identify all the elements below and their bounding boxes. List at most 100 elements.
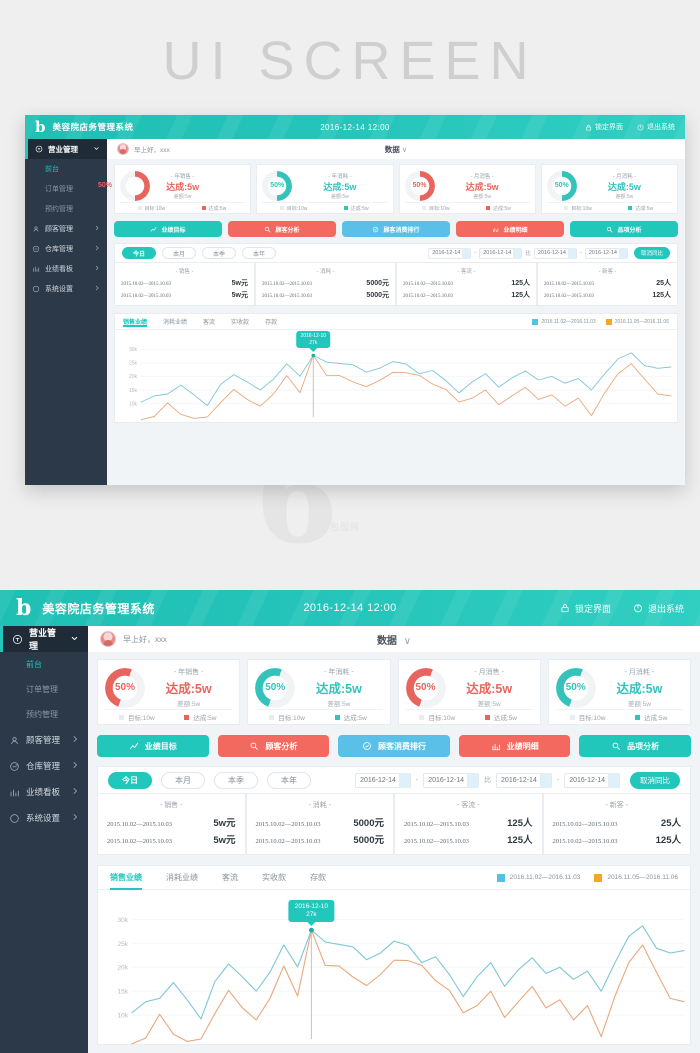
date-input-from-1[interactable]: 2016-12-14 <box>355 772 411 788</box>
chart-tab-received[interactable]: 实收款 <box>231 317 249 326</box>
kpi-target-legend: 目标:10w <box>105 712 169 722</box>
calendar-icon[interactable] <box>539 772 551 788</box>
action-button-goal[interactable]: 业绩目标 <box>114 221 222 237</box>
bar-chart-icon <box>491 743 500 751</box>
kpi-target-legend: 目标:10w <box>120 205 183 212</box>
calendar-icon[interactable] <box>467 772 479 788</box>
date-input-from-1[interactable]: 2016-12-14 <box>428 247 472 259</box>
user-search-icon <box>250 742 259 750</box>
chart-legend-item-series1[interactable]: 2016.11.02—2016.11.03 <box>496 873 580 882</box>
chart-tab-deposit[interactable]: 存款 <box>310 866 326 889</box>
chart-tab-deposit[interactable]: 存款 <box>265 317 277 326</box>
data-dropdown[interactable]: 数据 ∨ <box>88 632 700 647</box>
date-input-to-1[interactable]: 2016-12-14 <box>423 772 480 788</box>
chart-legend-item-series2[interactable]: 2016.11.05—2016.11.06 <box>594 873 678 882</box>
filter-pill-month[interactable]: 本月 <box>162 247 196 259</box>
kpi-done: 达成:5w <box>616 682 663 696</box>
settings-icon <box>9 813 20 824</box>
chart-legend-item[interactable]: 2016.11.05—2016.11.06 <box>605 318 669 325</box>
sidebar-subitem-orders[interactable]: 订单管理 <box>0 677 88 702</box>
sidebar-item-warehouse[interactable]: 仓库管理 <box>0 753 88 779</box>
lock-icon <box>561 604 569 613</box>
date-value: 2016-12-14 <box>360 776 396 784</box>
avatar[interactable] <box>117 143 129 155</box>
action-button-customer-analysis[interactable]: 顾客分析 <box>228 221 336 237</box>
chevron-down-icon <box>70 634 79 645</box>
action-button-performance-detail[interactable]: 业绩明细 <box>456 221 564 237</box>
exit-system-button[interactable]: 退出系统 <box>637 122 675 132</box>
filter-pill-today[interactable]: 今日 <box>122 247 156 259</box>
sidebar-item-settings[interactable]: 系统设置 <box>25 279 107 299</box>
date-input-from-2[interactable]: 2016-12-14 <box>533 247 577 259</box>
chart-tab-sales[interactable]: 销售业绩 <box>123 317 148 327</box>
filter-pill-month[interactable]: 本月 <box>161 771 205 789</box>
preview-stats-row: - 销售 - 2015.10.02—2015.10.03 5w元 2015.10.… <box>107 263 685 306</box>
kpi-done: 达成:5w <box>165 682 212 696</box>
action-button-customer-analysis[interactable]: 顾客分析 <box>217 735 330 757</box>
sidebar-group-business[interactable]: 营业管理 <box>0 626 88 652</box>
chart-tab-traffic[interactable]: 客流 <box>222 866 238 889</box>
sidebar-subitem-reservations[interactable]: 预约管理 <box>25 199 107 219</box>
action-button-item-analysis[interactable]: 品项分析 <box>579 735 691 757</box>
lock-screen-button[interactable]: 锁定界面 <box>585 122 623 132</box>
action-button-item-analysis[interactable]: 品项分析 <box>570 221 678 237</box>
chart-tab-consumption[interactable]: 消耗业绩 <box>166 866 198 889</box>
filter-pill-quarter[interactable]: 本季 <box>214 771 258 789</box>
sidebar-item-label: 系统设置 <box>26 813 61 823</box>
chart-tab-traffic[interactable]: 客流 <box>203 317 215 326</box>
filter-pill-quarter[interactable]: 本季 <box>202 247 236 259</box>
stat-category: - 消耗 - <box>308 802 332 809</box>
cancel-compare-button[interactable]: 取消同比 <box>630 771 680 789</box>
sidebar-item-dashboard[interactable]: 业绩看板 <box>0 779 88 805</box>
lock-screen-button[interactable]: 锁定界面 <box>560 602 611 615</box>
calendar-icon <box>618 247 627 259</box>
chart-tab-received[interactable]: 实收款 <box>262 866 286 889</box>
preview-main: 早上好，xxx 数据 ∨ 50% - 年销售 - 达成:5w 差额:5w 目标:… <box>98 139 685 485</box>
store-icon <box>35 145 43 153</box>
cancel-compare-button[interactable]: 取消同比 <box>633 247 670 259</box>
main-content: 早上好，xxx 数据 ∨ 50% - 年销售 - 达成:5w 差额:5w 目标:… <box>88 626 700 1053</box>
action-button-consumption-rank[interactable]: 顾客消费排行 <box>338 735 450 757</box>
date-input-to-2[interactable]: 2016-12-14 <box>564 772 620 788</box>
kpi-done: 达成:5w <box>315 682 362 696</box>
filter-pill-year[interactable]: 本年 <box>267 771 311 789</box>
chart-tab-sales[interactable]: 销售业绩 <box>110 866 142 890</box>
avatar[interactable] <box>100 631 116 647</box>
sidebar-group-business[interactable]: 营业管理 <box>25 139 107 159</box>
settings-icon <box>32 285 40 293</box>
stat-range: 2015.10.02—2015.10.03 <box>552 838 618 845</box>
date-range-separator: - <box>556 776 560 784</box>
action-button-consumption-rank[interactable]: 顾客消费排行 <box>342 221 450 237</box>
date-input-to-1[interactable]: 2016-12-14 <box>479 247 523 259</box>
kpi-text: - 月消售 - 达成:5w 差额:5w <box>435 172 530 200</box>
dashboard-icon <box>9 787 20 798</box>
filter-pill-year[interactable]: 本年 <box>242 247 276 259</box>
kpi-done: 达成:5w <box>465 181 499 192</box>
sidebar-subitem-front-desk[interactable]: 前台 <box>0 652 88 677</box>
svg-text:10k: 10k <box>118 1013 129 1020</box>
action-button-performance-detail[interactable]: 业绩明细 <box>458 735 571 757</box>
sidebar-subitem-reservations[interactable]: 预约管理 <box>0 702 88 727</box>
chevron-down-icon: ∨ <box>401 144 408 154</box>
chart-tab-consumption[interactable]: 消耗业绩 <box>163 317 187 326</box>
sidebar-item-customers[interactable]: 顾客管理 <box>25 219 107 239</box>
exit-system-button[interactable]: 退出系统 <box>633 602 684 615</box>
sidebar-item-dashboard[interactable]: 业绩看板 <box>25 259 107 279</box>
date-input-from-2[interactable]: 2016-12-14 <box>496 772 552 788</box>
kpi-done-legend: 达成:5w <box>469 712 533 722</box>
sidebar-item-settings[interactable]: 系统设置 <box>0 805 88 831</box>
filter-pill-today[interactable]: 今日 <box>108 771 152 789</box>
gauge-percent: 50% <box>412 182 427 189</box>
data-dropdown[interactable]: 数据 ∨ <box>107 144 685 155</box>
action-button-goal[interactable]: 业绩目标 <box>97 735 209 757</box>
main-window: b 美容院店务管理系统 2016-12-14 12:00 锁定界面 退出系统 营… <box>0 590 700 1053</box>
chart-legend-item[interactable]: 2016.11.02—2016.11.03 <box>532 318 596 325</box>
kpi-category: - 月消耗 - <box>624 669 655 676</box>
sidebar-item-customers[interactable]: 顾客管理 <box>0 727 88 753</box>
power-icon <box>634 604 642 613</box>
calendar-icon[interactable] <box>608 772 619 788</box>
kpi-category: - 年销售 - <box>173 669 204 676</box>
sidebar-item-warehouse[interactable]: 仓库管理 <box>25 239 107 259</box>
calendar-icon[interactable] <box>398 772 410 788</box>
date-input-to-2[interactable]: 2016-12-14 <box>584 247 628 259</box>
